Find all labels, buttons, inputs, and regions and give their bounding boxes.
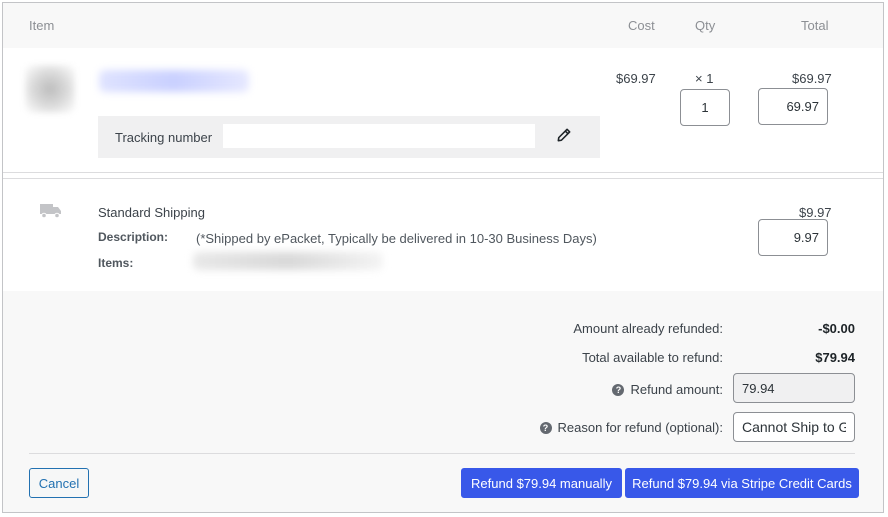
help-circle-icon[interactable]: ? [539, 422, 552, 434]
tracking-number-label: Tracking number [115, 130, 213, 145]
total-available-label: Total available to refund: [582, 350, 723, 365]
product-thumbnail [25, 65, 75, 113]
refund-line-total-input[interactable] [758, 88, 828, 125]
truck-icon [40, 201, 62, 222]
column-header-total: Total [801, 18, 829, 33]
actions-divider [29, 453, 855, 454]
refund-amount-input[interactable] [733, 373, 855, 403]
column-header-qty: Qty [695, 18, 716, 33]
shipping-items-label: Items: [98, 256, 134, 270]
refund-manually-button[interactable]: Refund $79.94 manually [461, 468, 622, 498]
amount-already-refunded-label: Amount already refunded: [573, 321, 723, 336]
help-circle-icon[interactable]: ? [612, 384, 625, 396]
refund-reason-label-wrap: ? Reason for refund (optional): [539, 420, 723, 435]
total-available-value: $79.94 [815, 350, 855, 365]
column-header-item: Item [29, 18, 55, 33]
column-header-cost: Cost [628, 18, 655, 33]
refund-summary: Amount already refunded: -$0.00 Total av… [3, 291, 883, 512]
order-line-item: Tracking number $69.97 × 1 $69.97 [3, 48, 883, 173]
tracking-number-input[interactable] [223, 124, 535, 148]
amount-already-refunded-value: -$0.00 [818, 321, 855, 336]
shipping-total: $9.97 [799, 205, 832, 220]
shipping-description-value: (*Shipped by ePacket, Typically be deliv… [196, 231, 597, 246]
shipping-line-item: Standard Shipping Description: (*Shipped… [3, 178, 883, 292]
refund-amount-label: Refund amount: [630, 382, 723, 397]
cancel-button[interactable]: Cancel [29, 468, 89, 498]
line-item-total: $69.97 [792, 71, 832, 86]
line-item-quantity: × 1 [695, 71, 714, 86]
refund-shipping-total-input[interactable] [758, 219, 828, 256]
refund-reason-label: Reason for refund (optional): [557, 420, 723, 435]
refund-panel: Item Cost Qty Total Tracking number $69.… [2, 2, 884, 513]
table-header: Item Cost Qty Total [3, 3, 883, 48]
product-name-link[interactable] [99, 70, 249, 92]
shipping-items-value [193, 252, 383, 270]
pencil-icon[interactable] [555, 126, 573, 144]
refund-reason-input[interactable] [733, 412, 855, 442]
refund-via-stripe-button[interactable]: Refund $79.94 via Stripe Credit Cards [625, 468, 859, 498]
shipping-method-title: Standard Shipping [98, 205, 205, 220]
tracking-number-row: Tracking number [98, 116, 600, 158]
refund-quantity-input[interactable] [680, 89, 730, 126]
refund-amount-label-wrap: ? Refund amount: [612, 382, 723, 397]
line-item-cost: $69.97 [616, 71, 656, 86]
shipping-description-label: Description: [98, 230, 169, 244]
